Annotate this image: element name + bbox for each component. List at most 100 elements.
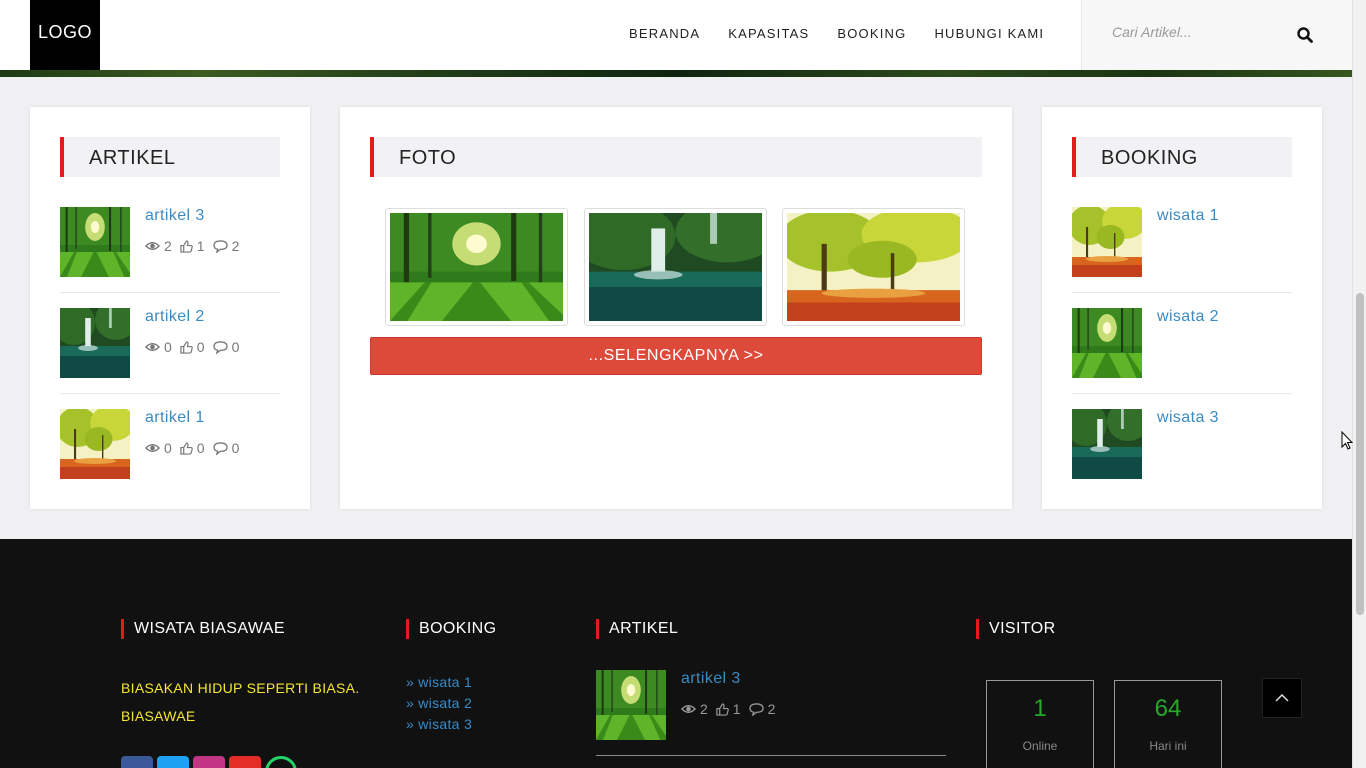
foto-panel-title: FOTO — [399, 147, 457, 169]
article-link[interactable]: artikel 2 — [145, 308, 205, 326]
view-count: 2 — [700, 701, 708, 717]
like-count: 1 — [196, 238, 205, 254]
comment-icon — [213, 442, 228, 455]
artikel-panel-title: ARTIKEL — [89, 147, 176, 169]
comment-count: 2 — [231, 238, 240, 254]
eye-icon — [145, 442, 160, 454]
visitor-online-label: Online — [1022, 739, 1058, 753]
comment-count: 2 — [767, 701, 776, 717]
like-count: 0 — [196, 339, 205, 355]
whatsapp-icon[interactable] — [265, 756, 297, 768]
page-scrollbar[interactable] — [1352, 0, 1366, 768]
instagram-icon[interactable] — [193, 756, 225, 768]
photo-card[interactable] — [385, 208, 568, 326]
article-thumbnail[interactable] — [60, 308, 130, 378]
footer-about-title: WISATA BIASAWAE — [121, 619, 285, 639]
view-count: 0 — [164, 339, 172, 355]
like-count: 0 — [196, 440, 205, 456]
footer-visitor-title: VISITOR — [976, 619, 1056, 639]
youtube-icon[interactable] — [229, 756, 261, 768]
nav-item-hubungi-kami[interactable]: HUBUNGI KAMI — [934, 26, 1044, 41]
thumbs-up-icon — [180, 341, 193, 354]
visitor-today-count: 64 — [1154, 695, 1182, 722]
footer-link-wisata-2[interactable]: » wisata 2 — [406, 693, 472, 714]
divider — [1072, 393, 1292, 394]
booking-thumbnail[interactable] — [1072, 409, 1142, 479]
comment-count: 0 — [231, 440, 240, 456]
article-stats: 0 0 0 — [145, 339, 247, 355]
foto-panel: FOTO ...SELENGKAPNYA >> — [340, 107, 1012, 509]
booking-panel-header: BOOKING — [1072, 137, 1292, 177]
see-more-button[interactable]: ...SELENGKAPNYA >> — [370, 337, 982, 375]
article-link[interactable]: artikel 3 — [681, 670, 741, 688]
booking-link[interactable]: wisata 2 — [1157, 308, 1219, 326]
divider — [60, 393, 280, 394]
view-count: 0 — [164, 440, 172, 456]
photo-waterfall — [589, 213, 762, 321]
article-stats: 0 0 0 — [145, 440, 247, 456]
nav-item-booking[interactable]: BOOKING — [837, 26, 906, 41]
visitor-today-box: 64 Hari ini — [1114, 680, 1222, 768]
article-stats: 2 1 2 — [145, 238, 247, 254]
comment-count: 0 — [231, 339, 240, 355]
artikel-panel: ARTIKEL artikel 3 2 1 2 artikel 2 0 0 0 … — [30, 107, 310, 509]
footer-booking-links: » wisata 1 » wisata 2 » wisata 3 — [406, 672, 472, 735]
footer-booking-title: BOOKING — [406, 619, 496, 639]
artikel-panel-header: ARTIKEL — [60, 137, 280, 177]
search-box — [1081, 0, 1352, 70]
comment-icon — [749, 703, 764, 716]
site-logo[interactable]: LOGO — [30, 0, 100, 70]
eye-icon — [681, 703, 696, 715]
visitor-online-box: 1 Online — [986, 680, 1094, 768]
article-link[interactable]: artikel 1 — [145, 409, 205, 427]
article-stats: 2 1 2 — [681, 701, 783, 717]
visitor-online-count: 1 — [1033, 695, 1047, 722]
photo-card[interactable] — [584, 208, 767, 326]
site-footer: WISATA BIASAWAE BIASAKAN HIDUP SEPERTI B… — [0, 539, 1352, 768]
search-input[interactable] — [1112, 24, 1292, 40]
eye-icon — [145, 341, 160, 353]
view-count: 2 — [164, 238, 172, 254]
footer-link-wisata-1[interactable]: » wisata 1 — [406, 672, 472, 693]
eye-icon — [145, 240, 160, 252]
thumbs-up-icon — [180, 442, 193, 455]
divider — [60, 292, 280, 293]
foto-panel-header: FOTO — [370, 137, 982, 177]
photo-autumn-tree — [787, 213, 960, 321]
comment-icon — [213, 341, 228, 354]
mouse-cursor-icon — [1341, 431, 1353, 450]
hero-banner-edge — [0, 70, 1352, 77]
booking-link[interactable]: wisata 1 — [1157, 207, 1219, 225]
social-links — [121, 756, 301, 768]
booking-link[interactable]: wisata 3 — [1157, 409, 1219, 427]
photo-card[interactable] — [782, 208, 965, 326]
footer-tagline: BIASAKAN HIDUP SEPERTI BIASA. BIASAWAE — [121, 680, 360, 724]
back-to-top-button[interactable] — [1262, 678, 1302, 718]
article-link[interactable]: artikel 3 — [145, 207, 205, 225]
search-icon[interactable] — [1296, 26, 1314, 44]
article-thumbnail[interactable] — [596, 670, 666, 740]
footer-artikel-title: ARTIKEL — [596, 619, 678, 639]
article-thumbnail[interactable] — [60, 207, 130, 277]
divider — [596, 755, 946, 756]
twitter-icon[interactable] — [157, 756, 189, 768]
chevron-up-icon — [1275, 694, 1289, 702]
footer-link-wisata-3[interactable]: » wisata 3 — [406, 714, 472, 735]
thumbs-up-icon — [180, 240, 193, 253]
visitor-today-label: Hari ini — [1149, 739, 1187, 753]
booking-thumbnail[interactable] — [1072, 207, 1142, 277]
facebook-icon[interactable] — [121, 756, 153, 768]
main-nav: BERANDA KAPASITAS BOOKING HUBUNGI KAMI — [629, 26, 1072, 41]
scrollbar-thumb[interactable] — [1356, 293, 1364, 615]
nav-item-beranda[interactable]: BERANDA — [629, 26, 700, 41]
booking-thumbnail[interactable] — [1072, 308, 1142, 378]
site-header: LOGO BERANDA KAPASITAS BOOKING HUBUNGI K… — [0, 0, 1352, 70]
thumbs-up-icon — [716, 703, 729, 716]
booking-panel-title: BOOKING — [1101, 147, 1198, 169]
article-thumbnail[interactable] — [60, 409, 130, 479]
booking-panel: BOOKING wisata 1 wisata 2 wisata 3 — [1042, 107, 1322, 509]
nav-item-kapasitas[interactable]: KAPASITAS — [728, 26, 809, 41]
comment-icon — [213, 240, 228, 253]
like-count: 1 — [732, 701, 741, 717]
divider — [1072, 292, 1292, 293]
